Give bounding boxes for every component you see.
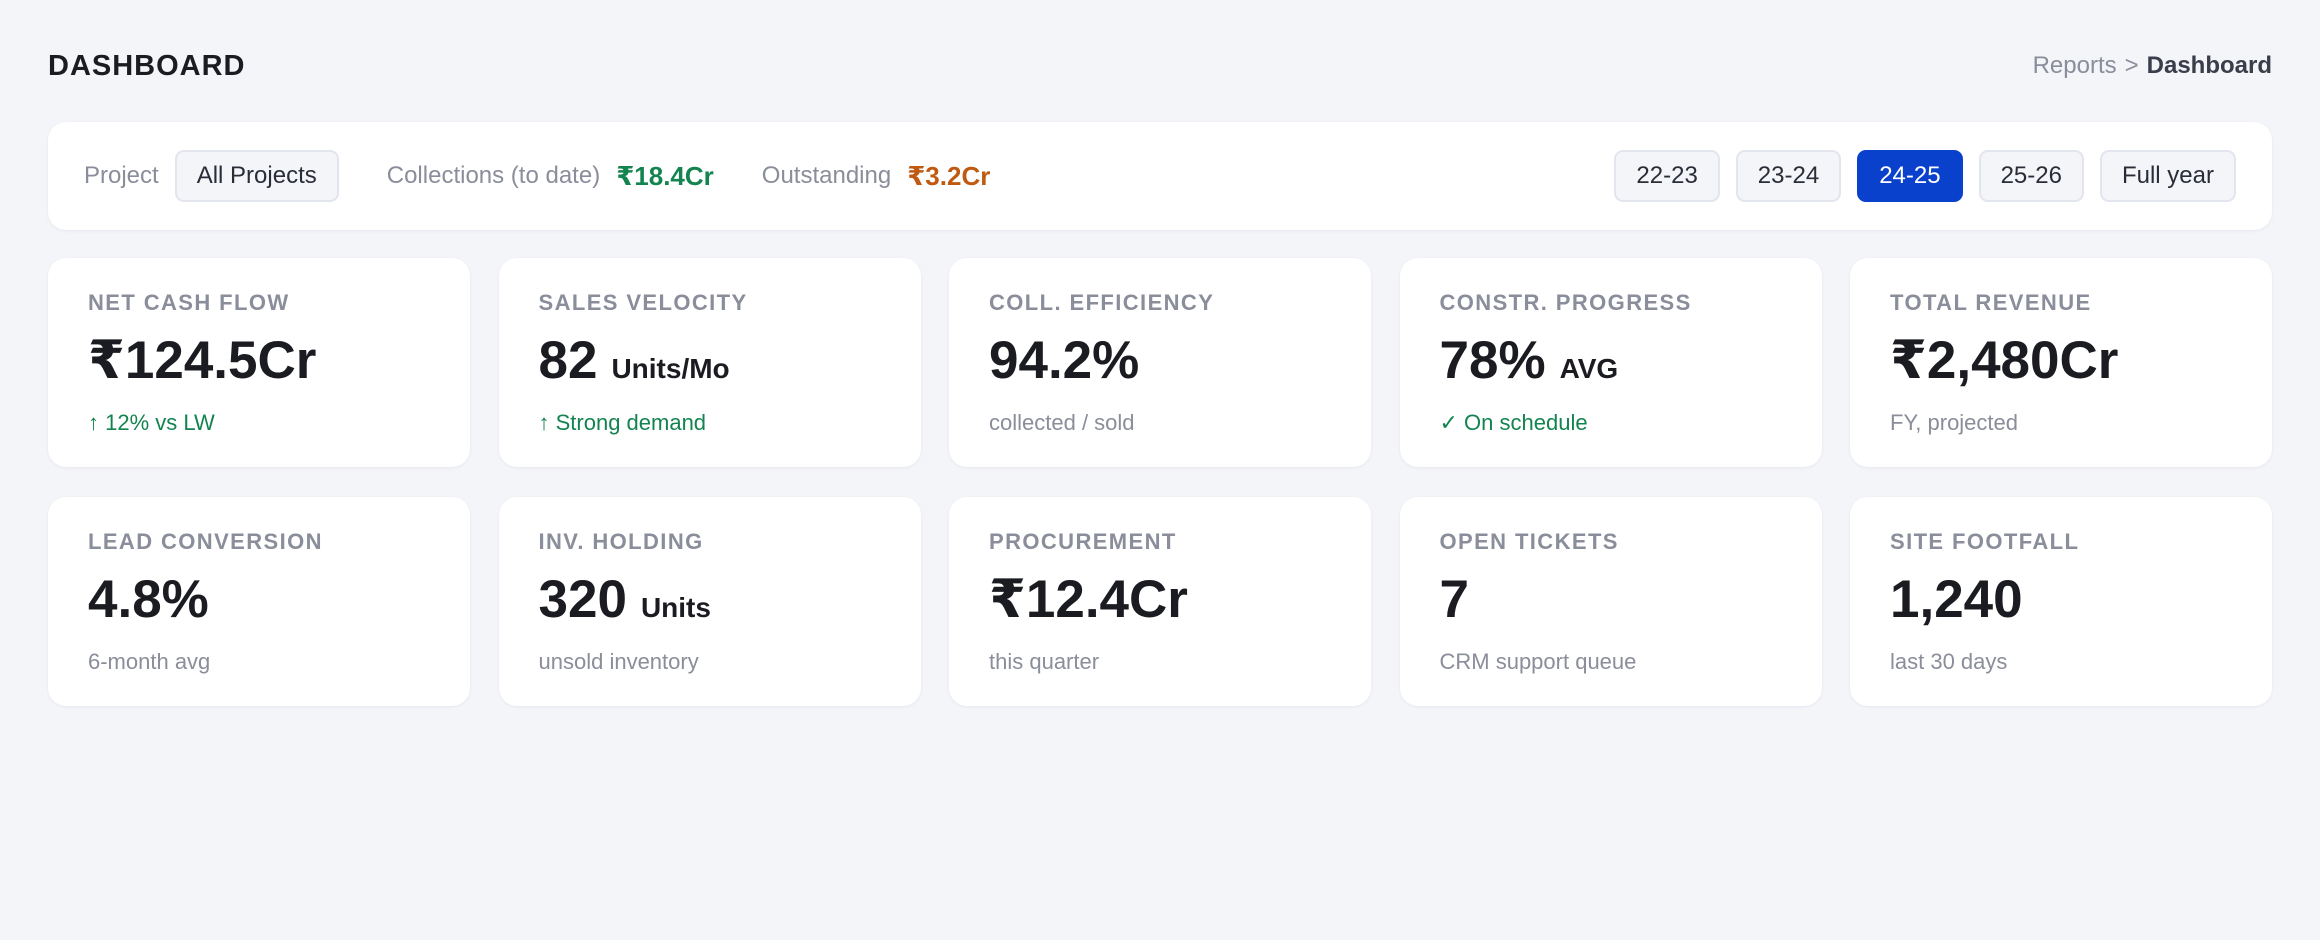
kpi-value: 4.8% xyxy=(88,570,209,629)
kpi-card-coll-efficiency: COLL. EFFICIENCY 94.2% collected / sold xyxy=(949,258,1371,467)
kpi-label: NET CASH FLOW xyxy=(88,290,290,315)
kpi-label: COLL. EFFICIENCY xyxy=(989,290,1215,315)
breadcrumb-separator: > xyxy=(2124,52,2139,79)
kpi-label: SALES VELOCITY xyxy=(538,290,748,315)
kpi-subtext: unsold inventory xyxy=(538,649,699,674)
breadcrumb-current: Dashboard xyxy=(2146,52,2272,79)
year-tabs: 22-23 23-24 24-25 25-26 Full year xyxy=(1614,150,2236,202)
collections-value: ₹18.4Cr xyxy=(616,160,714,191)
project-selector[interactable]: All Projects xyxy=(174,150,339,202)
kpi-card-net-cash-flow: NET CASH FLOW ₹124.5Cr ↑ 12% vs LW xyxy=(48,258,470,467)
page-header: DASHBOARD Reports > Dashboard xyxy=(48,44,2272,88)
kpi-card-site-footfall: SITE FOOTFALL 1,240 last 30 days xyxy=(1850,497,2272,706)
year-tab-24-25[interactable]: 24-25 xyxy=(1857,150,1963,202)
year-tab-22-23[interactable]: 22-23 xyxy=(1614,150,1720,202)
kpi-card-total-revenue: TOTAL REVENUE ₹2,480Cr FY, projected xyxy=(1850,258,2272,467)
kpi-value: 320 xyxy=(538,570,627,629)
kpi-label: LEAD CONVERSION xyxy=(88,529,323,554)
kpi-value: ₹12.4Cr xyxy=(989,570,1188,629)
kpi-value: 7 xyxy=(1439,570,1469,629)
kpi-subtext: ↑ 12% vs LW xyxy=(88,410,215,435)
kpi-card-procurement: PROCUREMENT ₹12.4Cr this quarter xyxy=(949,497,1371,706)
kpi-card-inv-holding: INV. HOLDING 320 Units unsold inventory xyxy=(498,497,921,706)
kpi-label: CONSTR. PROGRESS xyxy=(1439,290,1692,315)
kpi-subtext: 6-month avg xyxy=(88,649,211,674)
kpi-subtext: ↑ Strong demand xyxy=(538,410,707,435)
kpi-value: 1,240 xyxy=(1890,570,2023,629)
year-tab-25-26[interactable]: 25-26 xyxy=(1978,150,2084,202)
kpi-unit: Units xyxy=(640,592,711,623)
kpi-label: PROCUREMENT xyxy=(989,529,1177,554)
breadcrumb-reports-link[interactable]: Reports xyxy=(2033,52,2117,80)
kpi-unit: AVG xyxy=(1559,353,1619,384)
kpi-value: 82 xyxy=(538,331,598,390)
kpi-card-constr-progress: CONSTR. PROGRESS 78% AVG ✓ On schedule xyxy=(1399,258,1822,467)
year-tab-23-24[interactable]: 23-24 xyxy=(1735,150,1842,202)
kpi-subtext: last 30 days xyxy=(1890,649,2008,674)
kpi-label: SITE FOOTFALL xyxy=(1890,529,2080,554)
kpi-value: ₹124.5Cr xyxy=(88,331,317,390)
project-label: Project xyxy=(84,162,159,189)
outstanding-label: Outstanding xyxy=(761,162,892,189)
kpi-card-lead-conversion: LEAD CONVERSION 4.8% 6-month avg xyxy=(48,497,470,706)
kpi-value: 94.2% xyxy=(989,331,1140,390)
filter-summary: Project All Projects Collections (to dat… xyxy=(84,150,990,202)
kpi-subtext: collected / sold xyxy=(989,410,1135,435)
kpi-subtext: this quarter xyxy=(989,649,1100,674)
kpi-value: 78% xyxy=(1439,331,1546,390)
collections-label: Collections (to date) xyxy=(386,162,601,189)
kpi-label: TOTAL REVENUE xyxy=(1890,290,2092,315)
filter-bar: Project All Projects Collections (to dat… xyxy=(48,122,2272,230)
kpi-value: ₹2,480Cr xyxy=(1890,331,2119,390)
kpi-unit: Units/Mo xyxy=(611,353,730,384)
kpi-label: OPEN TICKETS xyxy=(1439,529,1619,554)
kpi-subtext: FY, projected xyxy=(1890,410,2019,435)
outstanding-value: ₹3.2Cr xyxy=(907,160,991,191)
page-title: DASHBOARD xyxy=(48,49,246,82)
kpi-subtext: ✓ On schedule xyxy=(1439,410,1588,435)
kpi-card-open-tickets: OPEN TICKETS 7 CRM support queue xyxy=(1399,497,1822,706)
kpi-card-grid: NET CASH FLOW ₹124.5Cr ↑ 12% vs LW SALES… xyxy=(48,258,2272,706)
breadcrumb: Reports > Dashboard xyxy=(2033,52,2272,80)
kpi-card-sales-velocity: SALES VELOCITY 82 Units/Mo ↑ Strong deman… xyxy=(498,258,921,467)
year-tab-full-year[interactable]: Full year xyxy=(2099,150,2236,202)
kpi-label: INV. HOLDING xyxy=(538,529,704,554)
kpi-subtext: CRM support queue xyxy=(1439,649,1637,674)
